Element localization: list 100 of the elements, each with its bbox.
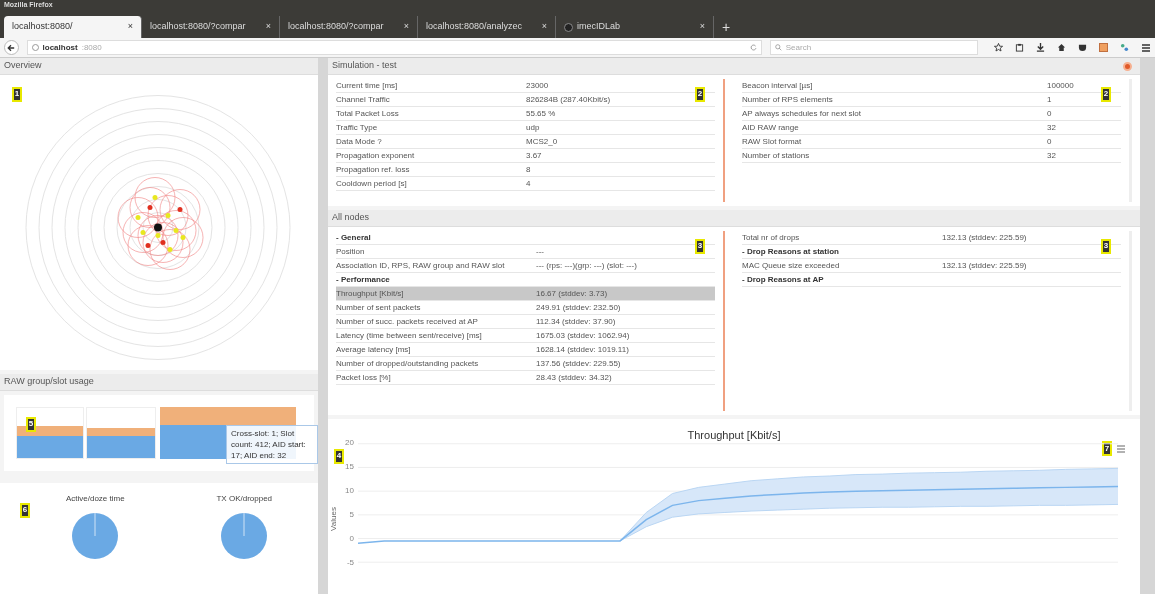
row-value: 32 xyxy=(1047,121,1056,134)
row-label: Packet loss [%] xyxy=(336,371,392,384)
row-label: Data Mode ? xyxy=(336,135,383,148)
row-value: 112.34 (stddev: 37.90) xyxy=(536,315,616,328)
row-value: 100000 xyxy=(1047,79,1074,92)
search-icon xyxy=(774,44,782,51)
row-value: 0 xyxy=(1047,135,1052,148)
table-row[interactable]: Number of dropped/outstanding packets 137.56 (stddev: 229.55) xyxy=(336,357,715,371)
table-row[interactable]: Propagation ref. loss 8 xyxy=(336,163,715,177)
row-value: 826284B (287.40Kbit/s) xyxy=(526,93,611,106)
row-value: 137.56 (stddev: 229.55) xyxy=(536,357,621,370)
close-tab-button[interactable]: × xyxy=(127,20,133,34)
close-tab-button[interactable]: × xyxy=(541,20,547,34)
table-row[interactable]: RAW Slot format 0 xyxy=(742,135,1121,149)
table-row[interactable]: MAC Queue size exceeded 132.13 (stddev: 225.59) xyxy=(742,259,1121,273)
row-value: 55.65 % xyxy=(526,107,556,120)
table-row[interactable]: Number of sent packets 249.91 (stddev: 232.50) xyxy=(336,301,715,315)
row-value: 1 xyxy=(1047,93,1052,106)
row-label: Position xyxy=(336,245,366,258)
row-value: --- (rps: ---)(grp: ---) (slot: ---) xyxy=(536,259,637,272)
site-icon xyxy=(564,22,573,32)
pie-title: TX OK/dropped xyxy=(216,493,273,505)
row-label: Number of succ. packets received at AP xyxy=(336,315,479,328)
section-heading: - Drop Reasons at AP xyxy=(742,273,824,286)
tick-label: 10 xyxy=(345,487,354,495)
shield-icon[interactable] xyxy=(1078,43,1087,52)
back-button[interactable] xyxy=(4,40,19,55)
home-icon[interactable] xyxy=(1057,43,1066,52)
address-bar[interactable]: localhost :8080 xyxy=(26,40,762,55)
row-label: Number of RPS elements xyxy=(742,93,834,106)
url-port: :8080 xyxy=(81,41,102,54)
row-label: Number of sent packets xyxy=(336,301,422,314)
table-row[interactable]: Latency (time between sent/receive) [ms] 1675.03 (stddev: 1062.94) xyxy=(336,329,715,343)
table-row[interactable]: Number of stations 32 xyxy=(742,149,1121,163)
table-row[interactable]: Traffic Type udp xyxy=(336,121,715,135)
close-button[interactable] xyxy=(1123,61,1132,71)
tick-label: 15 xyxy=(345,463,354,471)
chart-tooltip: Cross-slot: 1; Slot count: 412; AID start: 17; AID end: 32 xyxy=(226,425,318,464)
table-row[interactable]: Total Packet Loss 55.65 % xyxy=(336,107,715,121)
row-value: --- xyxy=(536,245,544,258)
tick-label: 20 xyxy=(345,439,354,447)
table-row[interactable]: Association ID, RPS, RAW group and RAW slot --- (rps: ---)(grp: ---) (slot: ---) xyxy=(336,259,715,273)
close-tab-button[interactable]: × xyxy=(265,20,271,34)
number-badge: 2 xyxy=(695,86,705,102)
download-icon[interactable] xyxy=(1036,43,1045,52)
number-badge: 7 xyxy=(1102,441,1112,456)
table-row[interactable]: Packet loss [%] 28.43 (stddev: 34.32) xyxy=(336,371,715,385)
table-row[interactable]: AP always schedules for next slot 0 xyxy=(742,107,1121,121)
row-label: MAC Queue size exceeded xyxy=(742,259,841,272)
tick-label: 0 xyxy=(349,535,354,543)
row-label: Cooldown period [s] xyxy=(336,177,408,190)
panel-header: All nodes xyxy=(328,210,1140,227)
section-heading: - Drop Reasons at station xyxy=(742,245,839,258)
number-badge: 6 xyxy=(20,502,30,518)
row-value: 16.67 (stddev: 3.73) xyxy=(536,287,608,300)
row-value: 0 xyxy=(1047,107,1052,120)
table-row[interactable]: Average latency [ms] 1628.14 (stddev: 1019.11) xyxy=(336,343,715,357)
reload-icon xyxy=(749,44,757,51)
row-value: 132.13 (stddev: 225.59) xyxy=(942,259,1027,272)
row-label: Total nr of drops xyxy=(742,231,801,244)
clipboard-icon[interactable] xyxy=(1015,43,1024,52)
row-value: MCS2_0 xyxy=(526,135,558,148)
tick-label: 5 xyxy=(349,511,354,519)
axis-label: Values xyxy=(328,506,339,531)
row-label: RAW Slot format xyxy=(742,135,803,148)
row-label: Number of stations xyxy=(742,149,811,162)
search-field[interactable]: Search xyxy=(769,40,978,55)
pie-title: Active/doze time xyxy=(65,493,125,505)
url-host: localhost xyxy=(42,41,78,54)
new-tab-button[interactable]: + xyxy=(714,16,739,38)
number-badge: 1 xyxy=(12,86,22,102)
row-value: 132.13 (stddev: 225.59) xyxy=(942,231,1027,244)
table-row[interactable]: Data Mode ? MCS2_0 xyxy=(336,135,715,149)
row-label: Total Packet Loss xyxy=(336,107,400,120)
close-tab-button[interactable]: × xyxy=(403,20,409,34)
number-badge: 4 xyxy=(334,448,344,464)
close-tab-button[interactable]: × xyxy=(699,20,705,34)
row-value: 1628.14 (stddev: 1019.11) xyxy=(536,343,629,356)
menu-icon[interactable] xyxy=(1141,42,1151,53)
star-icon[interactable] xyxy=(994,43,1003,52)
section-heading: - General xyxy=(336,231,371,244)
table-row[interactable]: Propagation exponent 3.67 xyxy=(336,149,715,163)
browser-tab[interactable]: localhost:8080/ × xyxy=(4,16,142,38)
row-label: Current time [ms] xyxy=(336,79,399,92)
table-row[interactable]: Number of succ. packets received at AP 112.34 (stddev: 37.90) xyxy=(336,315,715,329)
row-value: 8 xyxy=(526,163,531,176)
row-value: 4 xyxy=(526,177,531,190)
panel-header: Simulation - test xyxy=(332,59,397,73)
table-row[interactable]: Throughput [Kbit/s] 16.67 (stddev: 3.73) xyxy=(336,287,715,301)
table-row[interactable]: Cooldown period [s] 4 xyxy=(336,177,715,191)
section-heading: - Performance xyxy=(336,273,390,286)
search-input[interactable]: Search xyxy=(785,41,966,54)
pie-chart xyxy=(72,513,119,559)
table-row[interactable]: AID RAW range 32 xyxy=(742,121,1121,135)
tab-label: localhost:8080/analyzec xyxy=(426,20,523,34)
row-label: AP always schedules for next slot xyxy=(742,107,863,120)
row-label: Beacon interval [µs] xyxy=(742,79,814,92)
row-value: 32 xyxy=(1047,149,1056,162)
row-label: Association ID, RPS, RAW group and RAW slot xyxy=(336,259,506,272)
tick-label: -5 xyxy=(346,559,354,567)
